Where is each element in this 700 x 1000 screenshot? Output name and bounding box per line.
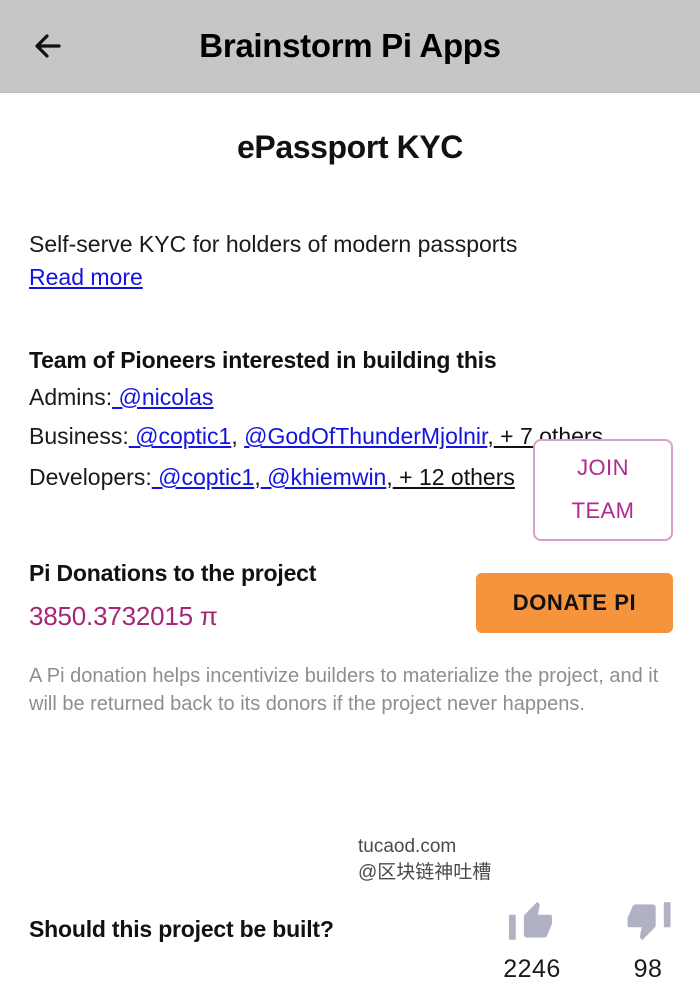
back-button[interactable] [20,18,76,74]
donation-disclaimer: A Pi donation helps incentivize builders… [29,664,659,716]
app-root: Brainstorm Pi Apps ePassport KYC Self-se… [0,0,700,1000]
user-link-nicolas[interactable]: @nicolas [112,384,213,410]
downvote-count: 98 [633,955,663,983]
developers-label: Developers: [29,464,152,490]
thumbs-down-icon [621,896,675,951]
user-link-godofthundermjolnir[interactable]: @GodOfThunderMjolnir [244,423,487,449]
donate-pi-button[interactable]: DONATE PI [476,572,673,633]
upvote-count: 2246 [503,955,561,983]
project-description-block: Self-serve KYC for holders of modern pas… [29,228,671,295]
join-team-label-line2: TEAM [571,497,635,523]
project-description: Self-serve KYC for holders of modern pas… [29,231,518,257]
user-link-coptic1-business[interactable]: @coptic1 [129,423,231,449]
join-team-label-line1: JOIN [577,454,629,480]
arrow-left-icon [28,26,68,66]
admins-label: Admins: [29,383,113,410]
watermark: tucaod.com @区块链神吐槽 [358,834,491,885]
vote-section: Should this project be built? 2246 98 [0,890,700,1000]
watermark-site: tucaod.com [358,836,457,857]
thumbs-up-icon [505,896,559,951]
team-admins-row: Admins: @nicolas [29,381,671,414]
read-more-link[interactable]: Read more [29,261,143,294]
app-bar-title: Brainstorm Pi Apps [199,27,501,64]
vote-buttons-group: 2246 98 [500,896,680,984]
business-label: Business: [29,423,129,450]
upvote-button[interactable]: 2246 [500,896,564,984]
user-link-coptic1-dev[interactable]: @coptic1 [152,464,254,490]
watermark-handle: @区块链神吐槽 [358,861,492,883]
donations-section: Pi Donations to the project 3850.3732015… [29,560,673,719]
team-section: Team of Pioneers interested in building … [29,346,673,541]
vote-question: Should this project be built? [29,916,334,942]
join-team-button[interactable]: JOIN TEAM [533,438,673,541]
app-bar: Brainstorm Pi Apps [0,0,700,93]
user-link-khiemwin[interactable]: @khiemwin [261,464,386,490]
separator-comma: , [231,423,238,450]
project-title: ePassport KYC [237,129,463,165]
downvote-button[interactable]: 98 [616,896,680,984]
main-content: ePassport KYC Self-serve KYC for holders… [0,129,700,718]
team-heading: Team of Pioneers interested in building … [29,346,497,373]
developers-more-link[interactable]: + 12 others [393,464,515,490]
